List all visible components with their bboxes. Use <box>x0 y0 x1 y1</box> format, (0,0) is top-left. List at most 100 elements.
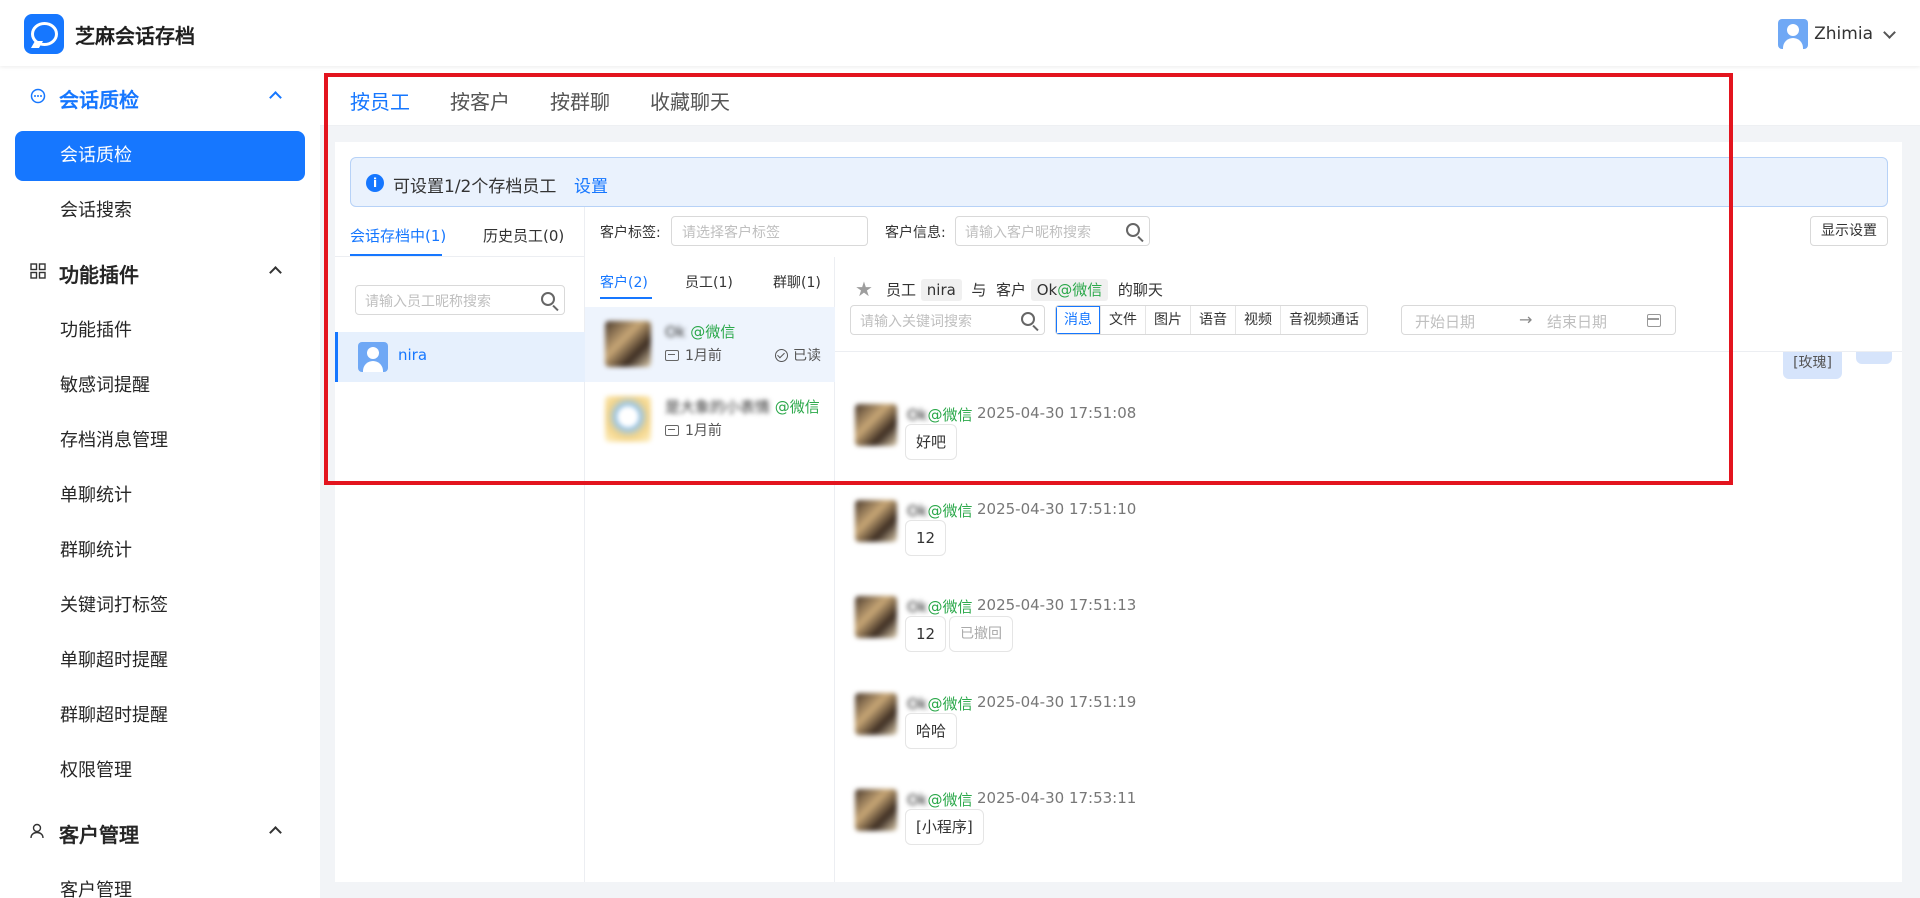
tab-by-customer[interactable]: 按客户 <box>450 86 510 115</box>
customer-tag-label: 客户标签: <box>600 225 661 241</box>
contact-nickname: Ok <box>665 323 686 341</box>
search-icon[interactable] <box>1021 312 1035 326</box>
calendar-icon <box>1647 314 1661 327</box>
employee-list-item[interactable]: nira <box>335 332 585 382</box>
filter-video[interactable]: 视频 <box>1235 306 1280 334</box>
sidebar-item-group-timeout[interactable]: 群聊超时提醒 <box>15 691 305 741</box>
sender-avatar <box>855 789 897 831</box>
filter-messages[interactable]: 消息 <box>1056 306 1100 334</box>
tab-archiving-employees[interactable]: 会话存档中(1) <box>350 225 446 246</box>
tab-by-group[interactable]: 按群聊 <box>550 86 610 115</box>
chat-title: 员工 nira 与 客户 Ok@微信 的聊天 <box>886 279 1163 301</box>
search-placeholder: 请输入员工昵称搜索 <box>365 294 491 310</box>
app-logo-icon[interactable] <box>24 14 64 54</box>
keyword-search-input[interactable]: 请输入关键词搜索 <box>850 305 1045 335</box>
active-tab-indicator <box>600 297 652 299</box>
sidebar-item-single-chat-stats[interactable]: 单聊统计 <box>15 471 305 521</box>
search-placeholder: 请输入客户昵称搜索 <box>965 225 1091 241</box>
filter-files[interactable]: 文件 <box>1100 306 1145 334</box>
sidebar-item-single-timeout[interactable]: 单聊超时提醒 <box>15 636 305 686</box>
wechat-suffix: @微信 <box>927 502 973 520</box>
sidebar: 会话质检 会话质检 会话搜索 功能插件 功能插件 敏感词提醒 存档消息管理 单聊… <box>0 66 320 898</box>
sender-name: Ok@微信 <box>907 596 973 617</box>
last-active-time: 1月前 <box>685 348 722 364</box>
sidebar-item-archive-messages[interactable]: 存档消息管理 <box>15 416 305 466</box>
sidebar-item-customer-management[interactable]: 客户管理 <box>15 866 305 898</box>
message-bubble: [小程序] <box>905 809 984 845</box>
employee-search-input[interactable]: 请输入员工昵称搜索 <box>355 285 565 315</box>
sender-avatar <box>855 693 897 735</box>
search-icon[interactable] <box>541 292 555 306</box>
employee-label: 员工 <box>886 281 917 299</box>
top-bar: 芝麻会话存档 Zhimia <box>0 0 1920 66</box>
tab-favorites[interactable]: 收藏聊天 <box>650 86 730 115</box>
employee-name-tag: nira <box>920 279 962 301</box>
sidebar-item-plugins[interactable]: 功能插件 <box>15 306 305 356</box>
message-time: 2025-04-30 17:51:13 <box>977 596 1137 614</box>
notice-settings-link[interactable]: 设置 <box>574 172 608 197</box>
filter-images[interactable]: 图片 <box>1145 306 1190 334</box>
customer-tag-select[interactable]: 请选择客户标签 <box>671 216 868 246</box>
customer-search-input[interactable]: 请输入客户昵称搜索 <box>955 216 1150 246</box>
message-item: Ok@微信 2025-04-30 17:51:13 12 已撤回 <box>855 596 1755 676</box>
sidebar-item-group-chat-stats[interactable]: 群聊统计 <box>15 526 305 576</box>
chevron-up-icon <box>269 266 282 279</box>
sidebar-group-qa[interactable]: 会话质检 <box>0 74 320 118</box>
wechat-suffix: @微信 <box>927 406 973 424</box>
notice-text: 可设置1/2个存档员工 <box>393 177 557 197</box>
message-icon <box>665 424 679 436</box>
sidebar-group-customers[interactable]: 客户管理 <box>0 809 320 853</box>
sender-name: Ok@微信 <box>907 404 973 425</box>
sidebar-item-session-qa[interactable]: 会话质检 <box>15 131 305 181</box>
filter-voice[interactable]: 语音 <box>1190 306 1235 334</box>
conversation-item[interactable]: Ok @微信 1月前 已读 <box>585 307 835 382</box>
recalled-badge: 已撤回 <box>949 616 1013 652</box>
customer-name-tag: Ok@微信 <box>1030 279 1109 301</box>
chevron-up-icon <box>269 91 282 104</box>
chat-header: ★ 员工 nira 与 客户 Ok@微信 的聊天 请输入关键词搜索 消息 文件 … <box>835 257 1902 352</box>
message-item: Ok@微信 2025-04-30 17:51:08 好吧 <box>855 404 1755 484</box>
wechat-suffix: @微信 <box>1057 281 1103 299</box>
tab-customers[interactable]: 客户(2) <box>600 272 648 292</box>
outgoing-avatar <box>1856 352 1892 364</box>
display-settings-button[interactable]: 显示设置 <box>1810 216 1888 246</box>
conversation-item[interactable]: 是大象的小表情 @微信 1月前 <box>585 382 835 457</box>
message-time: 2025-04-30 17:53:11 <box>977 789 1137 807</box>
employee-panel: 会话存档中(1) 历史员工(0) 请输入员工昵称搜索 nira <box>335 207 585 882</box>
message-bubble: 12 <box>905 616 947 652</box>
message-item: Ok@微信 2025-04-30 17:51:19 哈哈 <box>855 693 1755 773</box>
date-range-picker[interactable]: 开始日期 → 结束日期 <box>1401 305 1676 335</box>
user-menu[interactable]: Zhimia <box>1778 19 1898 49</box>
tab-history-employees[interactable]: 历史员工(0) <box>483 225 564 246</box>
start-date-placeholder: 开始日期 <box>1415 313 1476 331</box>
contact-avatar <box>605 321 651 367</box>
sidebar-group-plugins[interactable]: 功能插件 <box>0 249 320 293</box>
sender-name: Ok@微信 <box>907 693 973 714</box>
read-status-text: 已读 <box>793 348 821 364</box>
sidebar-item-keyword-tagging[interactable]: 关键词打标签 <box>15 581 305 631</box>
main-content: 按员工 按客户 按群聊 收藏聊天 i 可设置1/2个存档员工 设置 会话存档中(… <box>320 66 1920 898</box>
sidebar-item-sensitive-words[interactable]: 敏感词提醒 <box>15 361 305 411</box>
chat-bubble-icon <box>30 88 46 104</box>
wechat-suffix: @微信 <box>927 598 973 616</box>
tab-groups[interactable]: 群聊(1) <box>773 272 821 292</box>
sender-nickname: Ok <box>907 598 928 616</box>
message-time: 2025-04-30 17:51:10 <box>977 500 1137 518</box>
outgoing-message-bubble: [玫瑰] <box>1783 352 1842 379</box>
sidebar-item-permissions[interactable]: 权限管理 <box>15 746 305 796</box>
wechat-suffix: @微信 <box>927 791 973 809</box>
customer-name: Ok <box>1036 281 1058 299</box>
divider <box>335 256 585 257</box>
customer-label: 客户 <box>995 281 1026 299</box>
sidebar-item-session-search[interactable]: 会话搜索 <box>15 186 305 236</box>
star-icon[interactable]: ★ <box>855 277 873 301</box>
message-list[interactable]: [玫瑰] Ok@微信 2025-04-30 17:51:08 好吧 Ok@微信 … <box>835 352 1902 882</box>
message-bubble: 好吧 <box>905 424 958 460</box>
wechat-suffix: @微信 <box>927 695 973 713</box>
message-bubble: 12 <box>905 520 947 556</box>
filter-av-calls[interactable]: 音视频通话 <box>1280 306 1367 334</box>
active-tab-indicator <box>350 254 442 256</box>
tab-employees[interactable]: 员工(1) <box>685 272 733 292</box>
search-icon[interactable] <box>1126 223 1140 237</box>
tab-by-employee[interactable]: 按员工 <box>350 86 410 115</box>
